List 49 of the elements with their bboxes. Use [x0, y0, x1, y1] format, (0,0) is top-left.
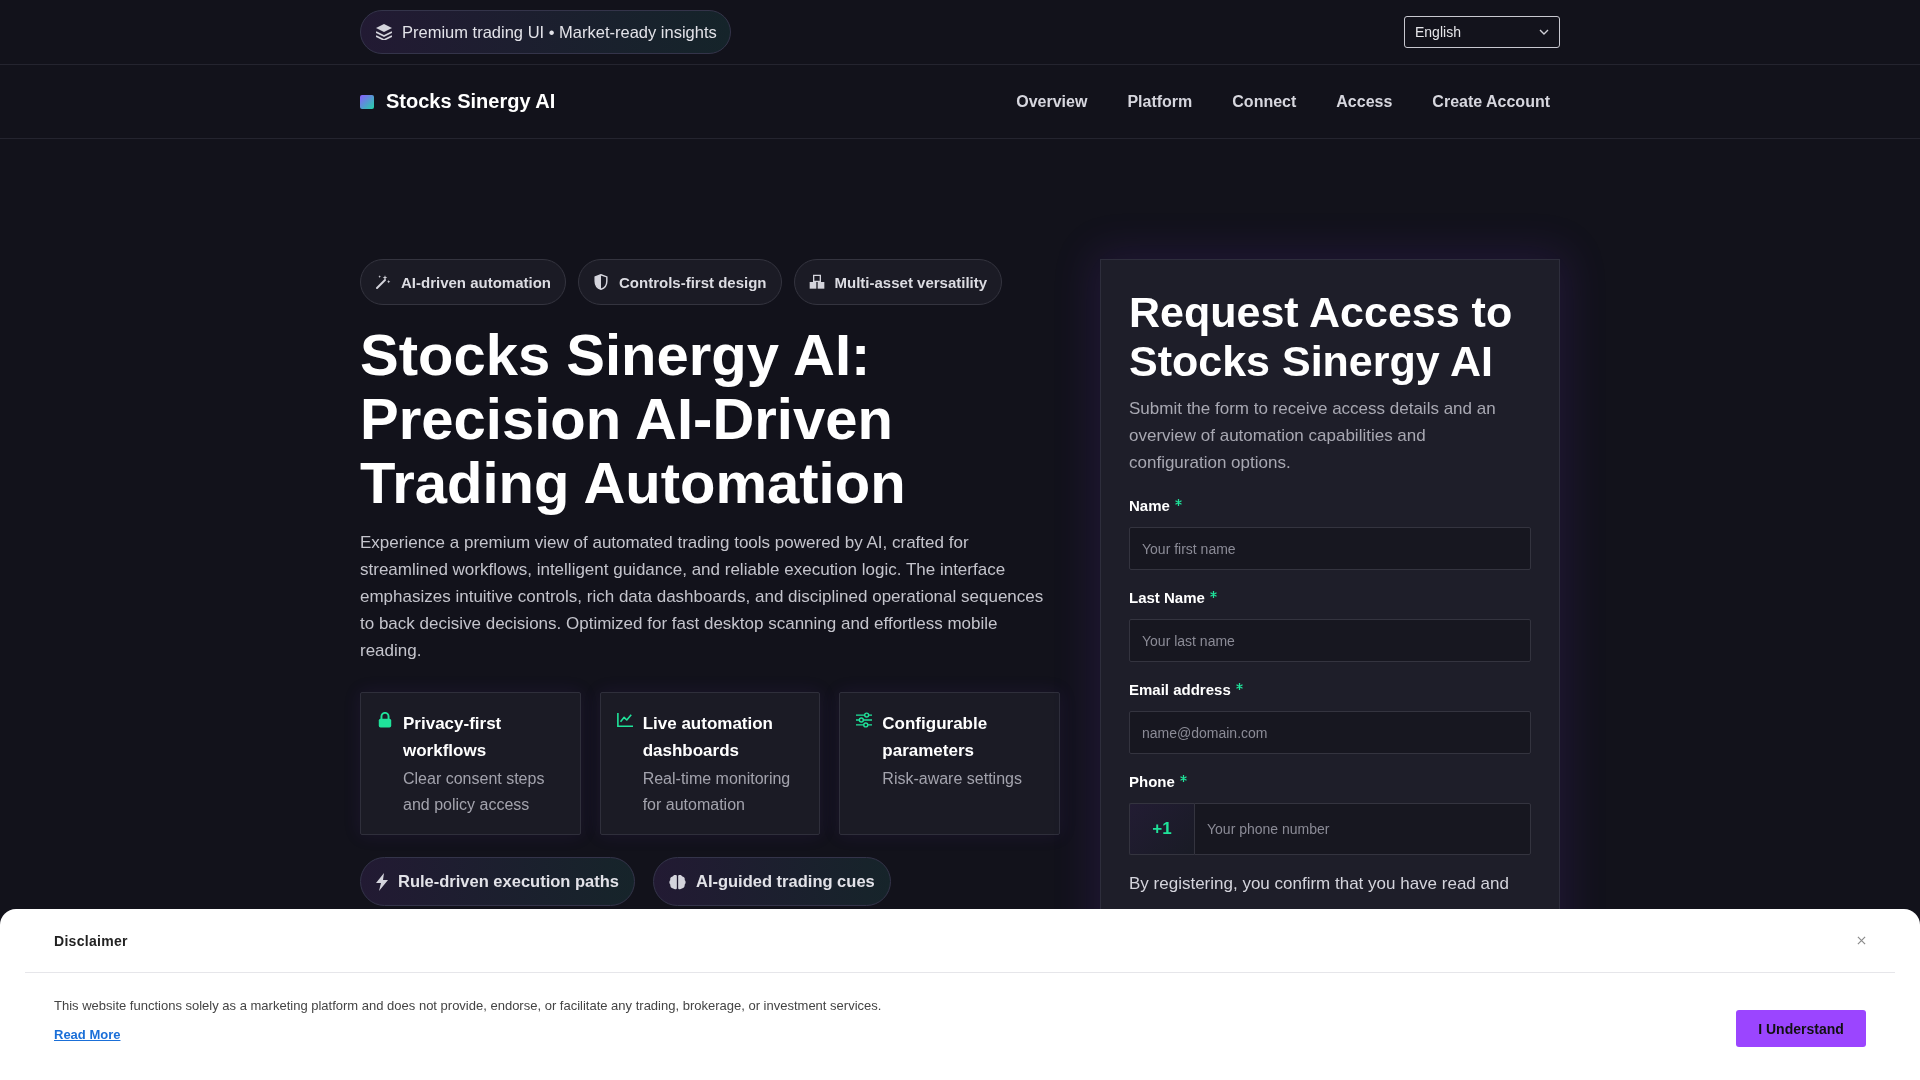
nav-link[interactable]: Access	[1326, 84, 1403, 119]
shield-icon	[593, 274, 609, 290]
feature-title: Privacy-first workflows	[403, 713, 503, 762]
email-field[interactable]: name@domain.com	[1129, 711, 1531, 754]
brain-icon	[668, 873, 686, 890]
consent-text: By registering, you confirm that you have read and	[1129, 873, 1510, 895]
close-icon[interactable]	[1857, 936, 1866, 945]
lock-icon	[377, 712, 393, 728]
feature-text: Real-time monitoring for automation	[642, 769, 792, 815]
first-name-field[interactable]: Your first name	[1129, 527, 1531, 570]
form-title: Request Access to Stocks Sinergy AI	[1129, 288, 1514, 386]
cubes-icon	[808, 274, 825, 290]
disclaimer-title: Disclaimer	[54, 932, 128, 949]
layers-icon	[376, 24, 392, 40]
logo-icon[interactable]	[360, 94, 374, 109]
field-label: Last Name	[1129, 588, 1205, 608]
last-name-field[interactable]: Your last name	[1129, 619, 1531, 662]
highlight-label: Rule-driven execution paths	[398, 872, 619, 891]
tag-label: AI-driven automation	[401, 273, 551, 291]
brand-name[interactable]: Stocks Sinergy AI	[386, 90, 556, 113]
highlight-label: AI-guided trading cues	[695, 872, 875, 891]
magic-wand-icon	[375, 274, 391, 290]
feature-title: Configurable parameters	[882, 713, 989, 762]
sliders-icon	[856, 712, 873, 728]
feature-text: Risk-aware settings	[882, 769, 1023, 789]
disclaimer-text: This website functions solely as a marketing platform and does not provide, endorse, or facilitate any trading, brokerage, or investment services.	[54, 997, 882, 1015]
form-subtitle: Submit the form to receive access details and an overview of automation capabilities and configuration options.	[1129, 398, 1497, 474]
feature-text: Clear consent steps and policy access	[403, 769, 546, 815]
nav-link[interactable]: Overview	[1006, 84, 1098, 119]
tag-label: Multi-asset versatility	[834, 273, 988, 291]
tag-label: Controls-first design	[619, 273, 767, 291]
hero-title: Stocks Sinergy AI: Precision AI-Driven Trading Automation	[360, 323, 907, 515]
language-select[interactable]: English	[1404, 16, 1560, 48]
understand-button[interactable]: I Understand	[1736, 1010, 1866, 1047]
country-code[interactable]: +1	[1129, 803, 1194, 855]
read-more-link[interactable]: Read More	[54, 1026, 121, 1044]
announcement-text: Premium trading UI • Market-ready insights	[402, 22, 717, 42]
feature-title: Live automation dashboards	[642, 713, 774, 762]
line-chart-icon	[616, 712, 633, 728]
chevron-down-icon	[1539, 29, 1549, 35]
lightning-bolt-icon	[376, 872, 388, 891]
field-label: Name	[1129, 496, 1170, 516]
field-label: Email address	[1129, 680, 1231, 700]
field-label: Phone	[1129, 772, 1175, 792]
hero-description: Experience a premium view of automated trading tools powered by AI, crafted for streamlined workflows, intelligent guidance, and reliable execution logic. The interface emphasizes intuitive controls, rich data dashboards, and disciplined operational sequences to back decisive decisions. Optimized for fast desktop scanning and effortless mobile reading.	[360, 532, 1045, 662]
nav-link[interactable]: Platform	[1117, 84, 1203, 119]
phone-field[interactable]: Your phone number	[1194, 803, 1531, 855]
nav-link[interactable]: Connect	[1222, 84, 1307, 119]
nav-link[interactable]: Create Account	[1422, 84, 1560, 119]
